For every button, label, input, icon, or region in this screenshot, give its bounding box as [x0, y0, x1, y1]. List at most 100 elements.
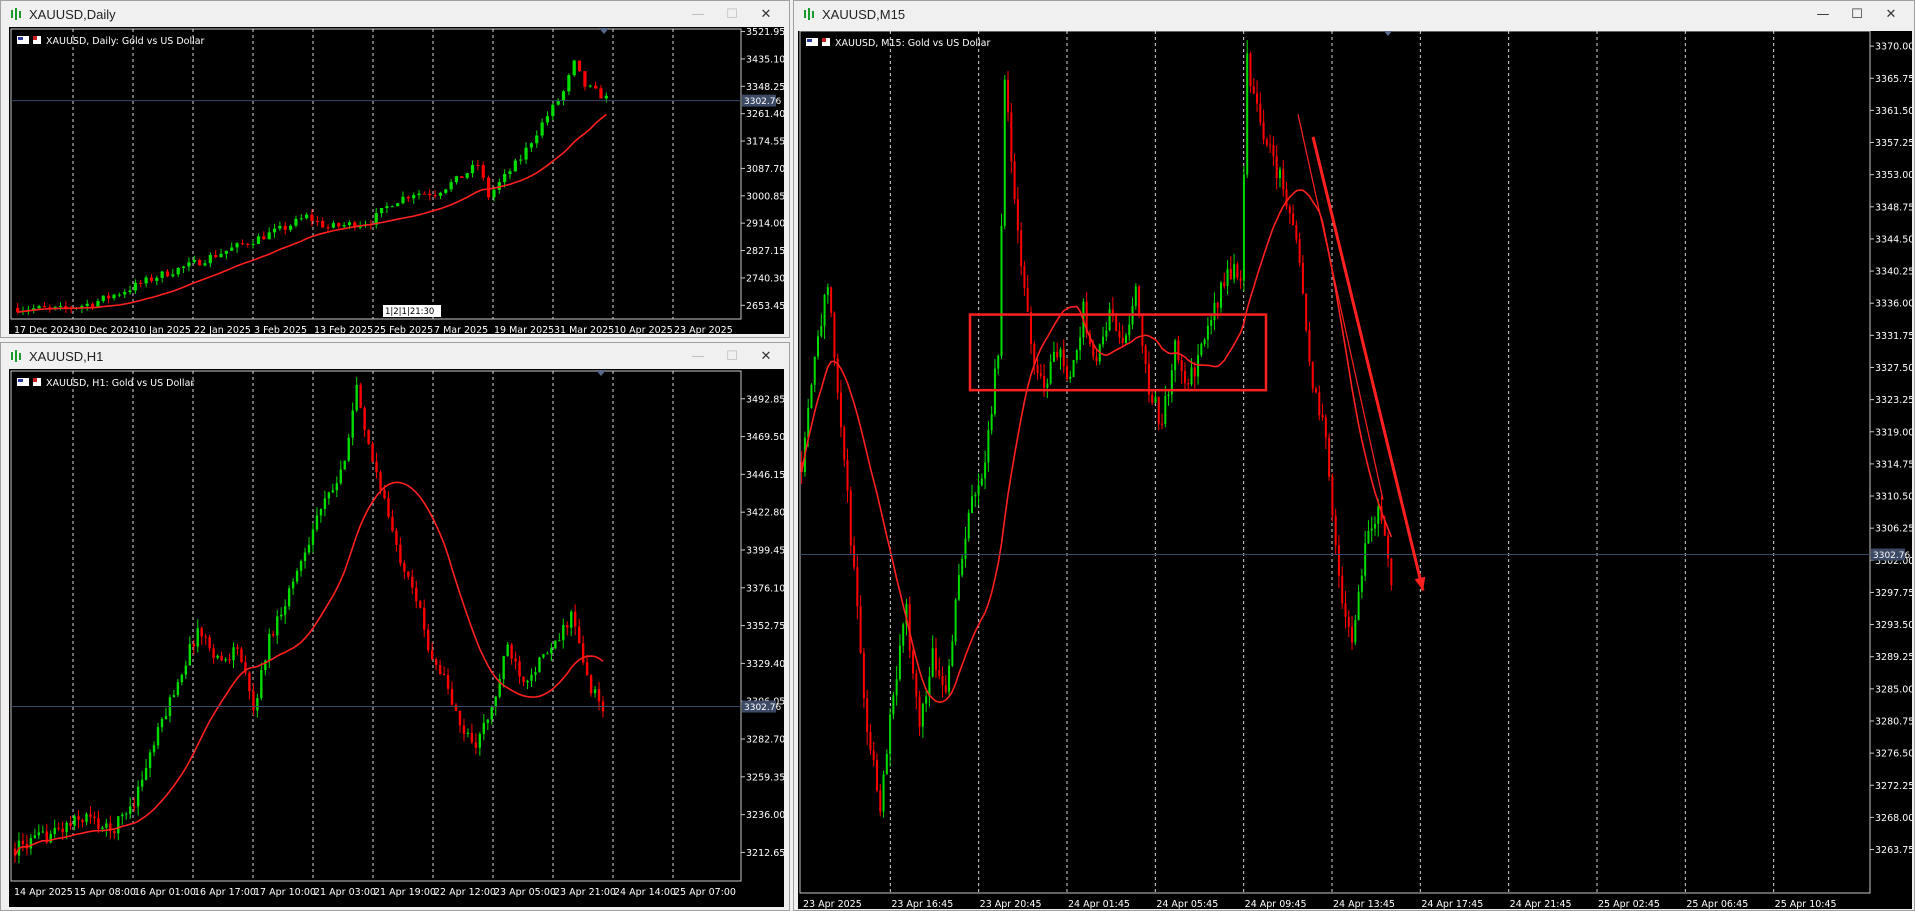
consolidation-rectangle[interactable] [968, 313, 1268, 392]
candle-body [882, 774, 885, 812]
candle-body [423, 607, 426, 630]
m15-chart-window[interactable]: XAUUSD,M15 — ☐ ✕ 23 Apr 2025 23 Apr 16:45… [793, 0, 1915, 911]
x-tick-label: 23 Apr 16:45 [891, 899, 953, 909]
candle-body [1364, 543, 1367, 576]
minimize-button[interactable]: — [681, 349, 715, 364]
candle-body [561, 91, 566, 101]
candle-body [997, 355, 1000, 369]
x-tick-label: 15 Apr 08:00 [74, 887, 136, 898]
candle-body [230, 247, 234, 251]
y-tick-label: 3261.40 [746, 109, 784, 120]
m15-chart-area[interactable]: 23 Apr 2025 23 Apr 16:45 23 Apr 20:45 24 Ap… [798, 31, 1912, 909]
chart-window-icon [804, 8, 814, 20]
candle-body [810, 384, 813, 408]
candle-body [984, 462, 987, 479]
candle-body [1079, 337, 1082, 351]
candle-body [160, 271, 164, 278]
candle-body [133, 282, 138, 291]
y-tick-label: 3361.50 [1875, 106, 1912, 117]
chart-shift-marker[interactable] [596, 370, 606, 376]
candle-body [1219, 282, 1222, 308]
candle-body [1213, 302, 1216, 321]
y-tick-label: 3276.50 [1875, 749, 1912, 760]
candle-body [1206, 325, 1209, 340]
daily-chart-area[interactable]: 17 Dec 2024 30 Dec 2024 10 Jan 2025 22 Jan … [9, 27, 784, 334]
candle-body [1134, 286, 1137, 306]
candle-body [1203, 339, 1206, 344]
y-tick-label: 3492.85 [746, 394, 784, 405]
candle-body [862, 652, 865, 699]
m15-titlebar[interactable]: XAUUSD,M15 — ☐ ✕ [794, 1, 1914, 27]
candle-body [343, 460, 346, 470]
candle-body [462, 725, 466, 734]
y-tick-label: 3306.25 [1875, 524, 1912, 535]
candle-body [518, 661, 521, 677]
candle-body [1344, 603, 1347, 617]
candle-body [1285, 189, 1288, 207]
candle-body [542, 654, 545, 658]
x-tick-label: 24 Apr 13:45 [1333, 899, 1395, 909]
x-tick-label: 23 Apr 05:00 [494, 887, 556, 898]
daily-titlebar[interactable]: XAUUSD,Daily — ☐ ✕ [1, 1, 789, 27]
trend-line[interactable] [1297, 114, 1384, 500]
chart-shift-marker[interactable] [599, 28, 609, 34]
candle-body [1328, 437, 1331, 477]
m15-candlestick-chart[interactable]: 23 Apr 2025 23 Apr 16:45 23 Apr 20:45 24 Ap… [798, 31, 1912, 909]
candle-body [444, 189, 448, 193]
candle-body [856, 567, 859, 607]
candle-body [526, 680, 529, 683]
candle-body [212, 648, 215, 658]
minimize-button[interactable]: — [681, 7, 715, 22]
minimize-button[interactable]: — [1806, 7, 1840, 22]
candle-body [1373, 523, 1376, 529]
h1-chart-window[interactable]: XAUUSD,H1 — ☐ ✕ 14 Apr 2025 15 Apr 08:00 1… [0, 342, 790, 911]
candle-body [139, 282, 143, 284]
candle-body [37, 832, 41, 836]
candle-body [180, 674, 184, 683]
candle-body [442, 674, 446, 676]
candle-body [236, 647, 239, 649]
candle-body [826, 287, 829, 295]
candle-body [990, 414, 993, 430]
candle-body [458, 710, 462, 726]
candle-body [383, 489, 386, 499]
candle-body [232, 647, 235, 661]
y-tick-label: 3435.10 [746, 54, 784, 65]
candle-body [839, 392, 842, 428]
chart-shift-marker[interactable] [1383, 31, 1393, 36]
candle-body [1046, 383, 1049, 388]
candle-body [262, 236, 266, 240]
candle-body [1013, 161, 1016, 200]
candle-body [589, 675, 593, 694]
close-button[interactable]: ✕ [749, 7, 783, 22]
candle-body [519, 159, 523, 161]
h1-titlebar[interactable]: XAUUSD,H1 — ☐ ✕ [1, 343, 789, 369]
y-tick-label: 3289.25 [1875, 652, 1912, 663]
x-tick-label: 3 Feb 2025 [254, 325, 307, 334]
candle-body [1236, 264, 1239, 278]
daily-chart-window[interactable]: XAUUSD,Daily — ☐ ✕ 17 Dec 2024 30 Dec 202… [0, 0, 790, 338]
candle-body [390, 206, 394, 208]
y-tick-label: 3319.00 [1875, 427, 1912, 438]
maximize-button[interactable]: ☐ [715, 349, 749, 364]
close-button[interactable]: ✕ [1874, 7, 1908, 22]
candle-body [872, 750, 875, 761]
h1-candlestick-chart[interactable]: 14 Apr 2025 15 Apr 08:0016 Apr 01:0016 Ap… [9, 369, 784, 907]
h1-chart-area[interactable]: 14 Apr 2025 15 Apr 08:00 16 Apr 01:00 16 Ap… [9, 369, 784, 907]
candle-body [1075, 350, 1078, 361]
candle-body [889, 714, 892, 754]
candle-body [524, 147, 528, 160]
candle-body [203, 263, 207, 266]
candle-body [224, 250, 228, 254]
candle-body [813, 356, 816, 385]
daily-candlestick-chart[interactable]: 17 Dec 2024 30 Dec 2024 10 Jan 2025 22 Jan … [9, 27, 784, 334]
x-tick-label: 17 Dec 2024 [14, 325, 75, 334]
candle-body [129, 806, 132, 814]
x-tick-label: 14 Apr 2025 [14, 887, 73, 898]
y-tick-label: 3259.35 [746, 772, 784, 783]
maximize-button[interactable]: ☐ [1840, 7, 1874, 22]
maximize-button[interactable]: ☐ [715, 7, 749, 22]
candle-body [144, 768, 148, 780]
x-tick-label: 21 Apr 19:00 [374, 887, 436, 898]
close-button[interactable]: ✕ [749, 349, 783, 364]
